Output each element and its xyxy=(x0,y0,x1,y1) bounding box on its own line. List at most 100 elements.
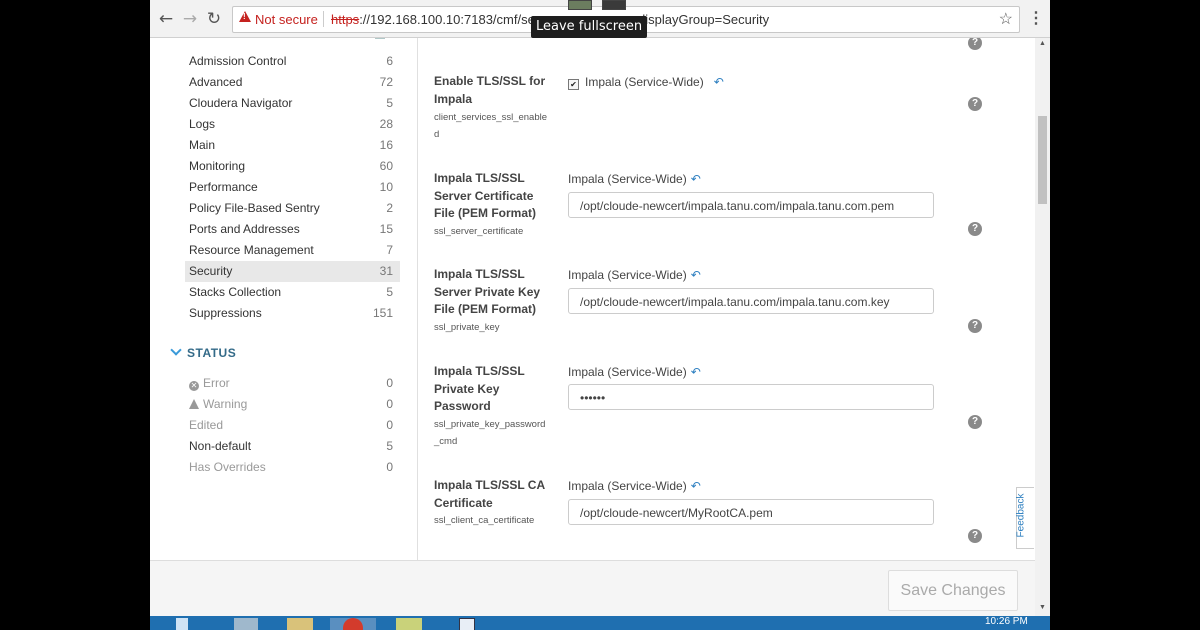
taskbar-clock: 10:26 PM xyxy=(985,616,1028,627)
filter-item-monitoring[interactable]: Monitoring 60 xyxy=(185,156,400,177)
status-label: Has Overrides xyxy=(189,460,266,474)
folder-icon[interactable] xyxy=(287,618,313,630)
status-label-wrap: ✕ Error xyxy=(189,376,230,391)
scroll-up-icon[interactable]: ▲ xyxy=(1039,40,1046,47)
filter-count: 28 xyxy=(379,117,393,131)
filter-item-performance[interactable]: Performance 10 xyxy=(185,177,400,198)
filter-item-policy-file-based-sentry[interactable]: Policy File-Based Sentry 2 xyxy=(185,198,400,219)
omnibox-separator xyxy=(323,11,324,27)
tls-enable-checkbox[interactable]: ✔ xyxy=(568,79,579,90)
status-filter-error[interactable]: ✕ Error 0 xyxy=(185,373,400,394)
filter-item-main[interactable]: Main 16 xyxy=(185,135,400,156)
filter-count: 16 xyxy=(379,138,393,152)
filter-label: Resource Management xyxy=(189,243,314,257)
url-protocol: https xyxy=(331,12,360,27)
scope-label: Impala (Service-Wide) xyxy=(585,75,704,89)
filter-item-cloudera-navigator[interactable]: Cloudera Navigator 5 xyxy=(185,93,400,114)
undo-icon[interactable]: ↶ xyxy=(691,365,701,379)
undo-icon[interactable]: ↶ xyxy=(714,75,724,89)
explorer-icon[interactable] xyxy=(234,618,258,630)
scope-row: Impala (Service-Wide) ↶ xyxy=(568,172,701,186)
remote-desktop-icon[interactable] xyxy=(459,618,475,630)
feedback-tab[interactable]: Feedback xyxy=(1015,487,1034,549)
ca-certificate-input[interactable]: /opt/cloude-newcert/MyRootCA.pem xyxy=(568,499,934,525)
filter-label: Suppressions xyxy=(189,306,262,320)
help-icon[interactable]: ? xyxy=(968,415,982,429)
not-secure-label[interactable]: Not secure xyxy=(255,12,318,27)
property-key: ssl_private_key_password_cmd xyxy=(434,419,546,447)
fullscreen-tooltip: Leave fullscreen xyxy=(531,16,648,38)
filter-item-logs[interactable]: Logs 28 xyxy=(185,114,400,135)
filter-count: 2 xyxy=(386,201,393,215)
scroll-down-icon[interactable]: ▼ xyxy=(1039,604,1046,611)
filter-item-suppressions[interactable]: Suppressions 151 xyxy=(185,303,400,324)
undo-icon[interactable]: ↶ xyxy=(691,268,701,282)
chevron-down-icon xyxy=(170,344,182,356)
undo-icon[interactable]: ↶ xyxy=(691,479,701,493)
filter-count: 31 xyxy=(379,264,393,278)
filter-item-resource-management[interactable]: Resource Management 7 xyxy=(185,240,400,261)
property-name: Impala TLS/SSL Server Private Key File (… xyxy=(434,267,541,316)
filter-count: 5 xyxy=(386,285,393,299)
status-heading: STATUS xyxy=(187,346,237,360)
filter-item-admission-control[interactable]: Admission Control 6 xyxy=(185,51,400,72)
scroll-thumb[interactable] xyxy=(1038,116,1047,204)
clear-link-fragment[interactable]: — xyxy=(375,38,385,44)
url-host: ://192.168.100.10:7183/cmf/serv xyxy=(359,12,546,27)
kebab-menu-icon[interactable]: ⋮ xyxy=(1028,8,1044,28)
filter-item-stacks-collection[interactable]: Stacks Collection 5 xyxy=(185,282,400,303)
scope-label: Impala (Service-Wide) xyxy=(568,479,687,493)
filter-item-security[interactable]: Security 31 xyxy=(185,261,400,282)
filter-label: Advanced xyxy=(189,75,243,89)
help-icon[interactable]: ? xyxy=(968,222,982,236)
scope-row: Impala (Service-Wide) ↶ xyxy=(568,365,701,379)
reload-icon[interactable]: ↻ xyxy=(203,8,225,30)
filter-count: 6 xyxy=(386,54,393,68)
filter-label: Main xyxy=(189,138,216,152)
feedback-label: Feedback xyxy=(1015,493,1027,538)
extension-icon[interactable] xyxy=(568,0,592,10)
settings-panel: ? Enable TLS/SSL for Impala client_servi… xyxy=(418,38,1013,560)
filter-item-advanced[interactable]: Advanced 72 xyxy=(185,72,400,93)
page-scrollbar[interactable]: ▲ ▼ xyxy=(1035,38,1050,616)
private-key-password-input[interactable]: •••••• xyxy=(568,384,934,410)
filter-count: 10 xyxy=(379,180,393,194)
help-icon[interactable]: ? xyxy=(968,97,982,111)
error-icon: ✕ xyxy=(189,381,199,391)
url-text[interactable]: https://192.168.100.10:7183/cmf/serv dis… xyxy=(331,12,769,27)
status-filter-edited[interactable]: Edited 0 xyxy=(185,415,400,436)
status-label: Non-default xyxy=(189,439,252,453)
filter-label: Logs xyxy=(189,117,216,131)
help-icon[interactable]: ? xyxy=(968,529,982,543)
save-changes-button[interactable]: Save Changes xyxy=(888,570,1018,611)
tls-enable-option: ✔ Impala (Service-Wide) ↶ xyxy=(568,75,724,90)
tools-icon[interactable] xyxy=(396,618,422,630)
scope-label: Impala (Service-Wide) xyxy=(568,268,687,282)
status-filter-non-default[interactable]: Non-default 5 xyxy=(185,436,400,457)
help-icon[interactable]: ? xyxy=(968,319,982,333)
filter-count: 151 xyxy=(372,306,393,320)
filter-item-ports-and-addresses[interactable]: Ports and Addresses 15 xyxy=(185,219,400,240)
start-icon[interactable] xyxy=(176,618,188,630)
back-icon[interactable]: ← xyxy=(155,8,177,30)
extension-icon[interactable] xyxy=(602,0,626,10)
filter-count: 60 xyxy=(379,159,393,173)
server-private-key-input[interactable]: /opt/cloude-newcert/impala.tanu.com/impa… xyxy=(568,288,934,314)
help-icon[interactable]: ? xyxy=(968,38,982,50)
filter-label: Performance xyxy=(189,180,258,194)
server-certificate-input[interactable]: /opt/cloude-newcert/impala.tanu.com/impa… xyxy=(568,192,934,218)
status-count: 0 xyxy=(386,460,393,474)
status-section-toggle[interactable]: STATUS xyxy=(170,344,237,360)
property-name: Impala TLS/SSL Server Certificate File (… xyxy=(434,171,537,220)
bookmark-star-icon[interactable]: ☆ xyxy=(999,9,1013,29)
filter-label: Monitoring xyxy=(189,159,246,173)
filter-label: Stacks Collection xyxy=(189,285,282,299)
scope-label: Impala (Service-Wide) xyxy=(568,365,687,379)
forward-icon[interactable]: → xyxy=(179,8,201,30)
status-filter-warning[interactable]: Warning 0 xyxy=(185,394,400,415)
property-key: ssl_client_ca_certificate xyxy=(434,515,535,526)
status-filter-has-overrides[interactable]: Has Overrides 0 xyxy=(185,457,400,478)
undo-icon[interactable]: ↶ xyxy=(691,172,701,186)
footer-bar: Save Changes xyxy=(150,560,1035,617)
filter-sidebar: — Admission Control 6 Advanced 72 Cloude… xyxy=(150,38,418,560)
